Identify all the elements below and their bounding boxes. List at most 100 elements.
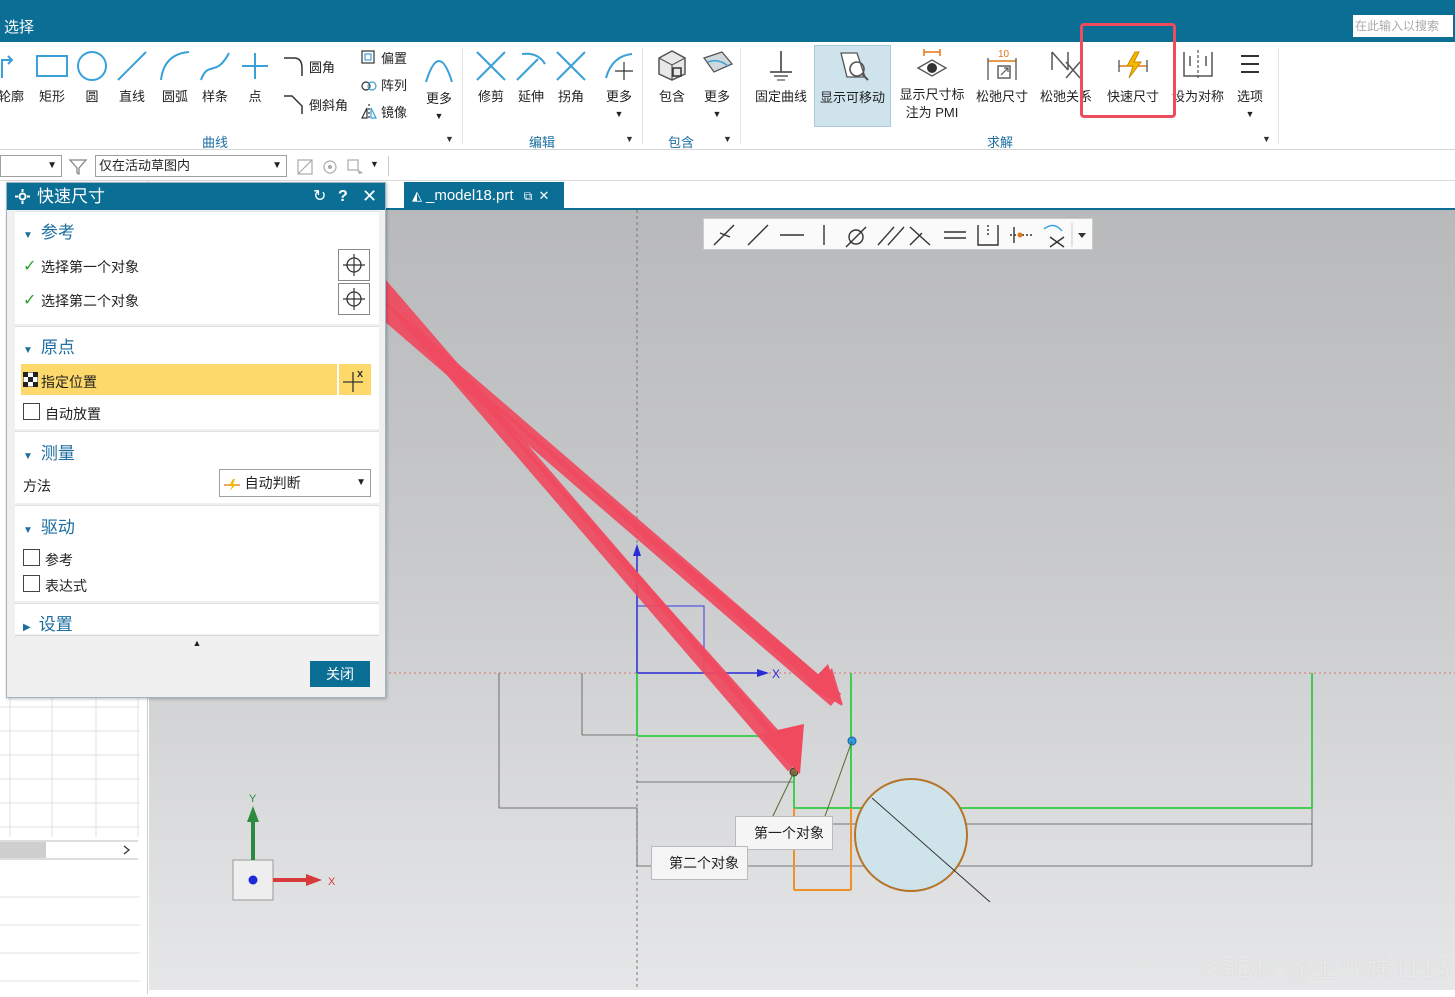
filter-icon[interactable] — [68, 157, 88, 177]
rapid-dimension-dialog: 快速尺寸 ↻ ? ✕ ▼ 参考 ✓ 选择第一个对象 ✓ 选择第二个对象 ▼ 原点 指… — [6, 182, 386, 698]
arc-button[interactable]: 圆弧 — [156, 50, 194, 105]
edit-more-button[interactable]: 更多 ▼ — [598, 50, 640, 120]
search-input[interactable]: 在此输入以搜索 — [1353, 15, 1453, 37]
circle-button[interactable]: 圆 — [74, 50, 110, 105]
corner-button[interactable]: 拐角 — [550, 50, 592, 105]
auto-place-checkbox[interactable] — [23, 403, 40, 420]
show-movable-label: 显示可移动 — [819, 90, 885, 105]
include-button[interactable]: 包含 — [650, 48, 694, 105]
extend-label: 延伸 — [517, 89, 544, 104]
section-reference-header[interactable]: ▼ 参考 — [23, 218, 75, 243]
curve-more-button[interactable]: 更多 ▼ — [420, 48, 458, 122]
close-icon[interactable]: ✕ — [538, 188, 549, 203]
point-button[interactable]: 点 — [238, 50, 272, 105]
line-icon — [117, 51, 147, 81]
group-edit-label: 编辑 — [528, 135, 555, 150]
rectangle-label: 矩形 — [38, 89, 65, 104]
sketch-circle[interactable] — [854, 778, 968, 892]
array-button[interactable]: 阵列 — [360, 75, 407, 94]
select-first-object-button[interactable] — [338, 249, 370, 281]
show-dim-pmi-button[interactable]: 显示尺寸标 注为 PMI — [896, 48, 968, 122]
reference-checkbox[interactable] — [23, 549, 40, 566]
chevron-down-icon[interactable]: ▼ — [723, 134, 732, 144]
relax-relation-icon — [1051, 51, 1081, 79]
y-arrow-icon — [633, 544, 641, 556]
offset-label: 偏置 — [381, 51, 408, 66]
line-button[interactable]: 直线 — [114, 50, 150, 105]
section-measure-title: 测量 — [40, 444, 75, 463]
chevron-down-icon: ▼ — [712, 109, 722, 119]
specify-location-button[interactable]: x — [339, 364, 371, 395]
section-origin-header[interactable]: ▼ 原点 — [23, 333, 75, 358]
chamfer-button[interactable]: 倒斜角 — [282, 94, 348, 114]
specify-location-row[interactable]: 指定位置 — [21, 364, 337, 395]
sketch-x-label: X — [772, 667, 780, 681]
project-surface-icon — [702, 51, 734, 73]
tab-model-file[interactable]: ◭ _model18.prt ⧉ ✕ — [404, 182, 564, 210]
select-first-object-label: 选择第一个对象 — [41, 259, 139, 275]
restore-icon[interactable]: ⧉ — [524, 189, 533, 203]
snap-icon[interactable] — [295, 157, 315, 177]
close-icon[interactable]: ✕ — [362, 183, 377, 210]
fix-curve-button[interactable]: 固定曲线 — [750, 48, 812, 105]
constraint-toolbar — [703, 218, 1093, 250]
select-second-object-label: 选择第二个对象 — [41, 293, 139, 309]
chevron-down-icon[interactable]: ▼ — [1262, 134, 1271, 144]
point-label: 点 — [248, 89, 262, 104]
profile-button[interactable]: 轮廓 — [0, 50, 28, 105]
chevron-down-icon[interactable]: ▼ — [625, 134, 634, 144]
dialog-title-bar[interactable]: 快速尺寸 ↻ ? ✕ — [7, 183, 385, 210]
toolbar-divider — [388, 156, 389, 176]
svg-text:x: x — [357, 368, 364, 380]
group-divider — [462, 48, 463, 144]
corner-label: 拐角 — [557, 89, 584, 104]
menu-select[interactable]: 选择 — [4, 16, 34, 37]
auto-place-label: 自动放置 — [45, 406, 101, 422]
show-movable-icon — [839, 52, 869, 81]
chevron-down-icon[interactable]: ▼ — [445, 134, 454, 144]
snap-point-icon[interactable] — [320, 157, 340, 177]
rectangle-button[interactable]: 矩形 — [34, 50, 70, 105]
section-measure-header[interactable]: ▼ 测量 — [23, 439, 75, 464]
chamfer-label: 倒斜角 — [309, 97, 349, 113]
selection-scope-value: 仅在活动草图内 — [99, 158, 191, 173]
crosshair-icon — [343, 288, 365, 310]
spline-button[interactable]: 样条 — [196, 50, 234, 105]
triad-x-label: X — [328, 876, 336, 888]
type-filter-dropdown[interactable]: ▼ — [0, 155, 62, 177]
close-button[interactable]: 关闭 — [310, 661, 370, 687]
show-dim-pmi-icon — [916, 49, 948, 77]
profile-icon — [1, 55, 14, 78]
section-settings-header[interactable]: ▶ 设置 — [23, 610, 73, 635]
method-dropdown[interactable]: 自动判断 ▼ — [219, 469, 371, 497]
section-origin-title: 原点 — [40, 338, 75, 357]
collapse-dialog-toggle[interactable]: ▲ — [15, 635, 379, 651]
arrow-to-second-object — [366, 293, 842, 707]
include-more-button[interactable]: 更多 ▼ — [696, 48, 738, 120]
relax-dimension-icon: 10 — [987, 49, 1017, 80]
reset-icon[interactable]: ↻ — [313, 183, 326, 210]
options-button[interactable]: 选项 ▼ — [1230, 48, 1270, 120]
set-symmetric-button[interactable]: 设为对称 — [1168, 48, 1228, 105]
point-icon — [242, 53, 268, 79]
chamfer-icon — [284, 95, 303, 114]
callout-first-object-text: 第一个对象 — [754, 825, 824, 841]
relax-dimension-button[interactable]: 10 松弛尺寸 — [972, 48, 1032, 105]
help-icon[interactable]: ? — [338, 183, 348, 210]
select-tool-icon[interactable] — [345, 157, 365, 177]
show-movable-button[interactable]: 显示可移动 — [814, 45, 891, 127]
selection-scope-dropdown[interactable]: 仅在活动草图内 ▼ — [95, 155, 287, 177]
fillet-button[interactable]: 圆角 — [282, 56, 335, 76]
extend-icon — [516, 52, 546, 81]
trim-button[interactable]: 修剪 — [470, 50, 512, 105]
offset-button[interactable]: 偏置 — [360, 48, 407, 67]
section-drive-header[interactable]: ▼ 驱动 — [23, 513, 75, 538]
chevron-down-icon[interactable]: ▼ — [370, 159, 379, 169]
select-second-object-button[interactable] — [338, 283, 370, 315]
mirror-button[interactable]: 镜像 — [360, 102, 407, 121]
expression-checkbox[interactable] — [23, 575, 40, 592]
circle-label: 圆 — [85, 89, 99, 104]
callout-leader-first — [771, 771, 795, 819]
dialog-title: 快速尺寸 — [37, 187, 105, 206]
extend-button[interactable]: 延伸 — [510, 50, 552, 105]
